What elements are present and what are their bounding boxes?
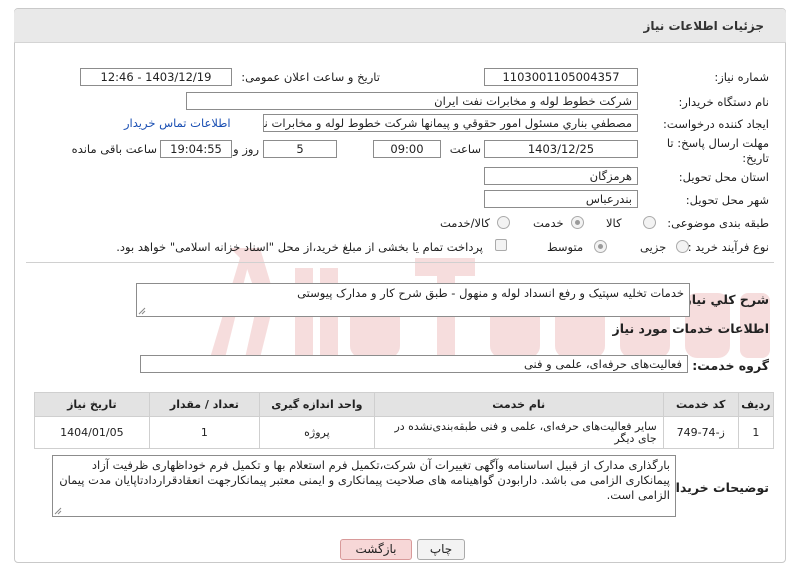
- buyer-org-label: نام دستگاه خریدار:: [678, 95, 769, 109]
- category-radio-goods[interactable]: [643, 216, 656, 229]
- cell-qty: 1: [148, 416, 261, 449]
- days-remaining-field: 5: [263, 140, 337, 158]
- time-remaining-field: 19:04:55: [160, 140, 232, 158]
- purchase-radio-minor[interactable]: [676, 240, 689, 253]
- cell-date: 1404/01/05: [34, 416, 150, 449]
- col-header-qty: تعداد / مقدار: [148, 392, 261, 417]
- city-label: شهر محل تحویل:: [685, 193, 769, 207]
- section-divider: [26, 262, 774, 263]
- treasury-checkbox[interactable]: [495, 239, 507, 251]
- deadline-time-label: ساعت: [449, 142, 481, 156]
- need-number-field: 1103001105004357: [484, 68, 638, 86]
- purchase-option-minor: جزیی: [640, 240, 667, 254]
- buyer-notes-textarea[interactable]: بارگذاری مدارک از قبیل اساسنامه وآگهی تغ…: [52, 455, 676, 517]
- col-header-row: ردیف: [737, 392, 775, 417]
- col-header-code: کد خدمت: [662, 392, 739, 417]
- category-option-service: خدمت: [533, 216, 564, 230]
- buyer-contact-link[interactable]: اطلاعات تماس خریدار: [124, 116, 231, 130]
- province-field: هرمزگان: [484, 167, 638, 185]
- print-button[interactable]: چاپ: [417, 539, 465, 560]
- col-header-date: تاریخ نیاز: [34, 392, 150, 417]
- back-button[interactable]: بازگشت: [340, 539, 412, 560]
- cell-name: سایر فعالیت‌های حرفه‌ای، علمی و فنی طبقه…: [373, 416, 664, 449]
- category-option-goods-service: کالا/خدمت: [440, 216, 491, 230]
- service-group-field: فعالیت‌های حرفه‌ای، علمی و فنی: [140, 355, 688, 373]
- col-header-unit: واحد اندازه گیری: [259, 392, 375, 417]
- province-label: استان محل تحویل:: [678, 170, 769, 184]
- page-title: جزئیات اطلاعات نیاز: [643, 19, 764, 33]
- days-label: روز و: [233, 142, 259, 156]
- deadline-label-date: تاریخ:: [742, 151, 769, 165]
- deadline-time-field: 09:00: [373, 140, 441, 158]
- table-row: 1 ز-74-749 سایر فعالیت‌های حرفه‌ای، علمی…: [34, 416, 775, 449]
- summary-textarea[interactable]: خدمات تخليه سپتيک و رفع انسداد لوله و من…: [136, 283, 690, 317]
- service-group-label: گروه خدمت:: [692, 358, 769, 373]
- category-label: طبقه بندی موضوعی:: [667, 216, 769, 230]
- announce-datetime-field: 1403/12/19 - 12:46: [80, 68, 232, 86]
- need-number-label: شماره نیاز:: [714, 70, 769, 84]
- buyer-org-field: شرکت خطوط لوله و مخابرات نفت ایران: [186, 92, 638, 110]
- purchase-option-medium: متوسط: [547, 240, 584, 254]
- deadline-label: مهلت ارسال پاسخ: تا: [666, 136, 769, 150]
- cell-row: 1: [737, 416, 775, 449]
- resize-grip-icon[interactable]: [138, 307, 146, 315]
- purchase-type-label: نوع فرآیند خرید :: [687, 240, 769, 254]
- cell-code: ز-74-749: [662, 416, 739, 449]
- summary-text: خدمات تخليه سپتيک و رفع انسداد لوله و من…: [297, 286, 684, 300]
- resize-grip-icon[interactable]: [54, 507, 62, 515]
- services-table: ردیف کد خدمت نام خدمت واحد اندازه گیری ت…: [34, 392, 775, 449]
- requester-label: ایجاد کننده درخواست:: [663, 117, 769, 131]
- table-header-row: ردیف کد خدمت نام خدمت واحد اندازه گیری ت…: [34, 392, 775, 417]
- buyer-notes-label: توضیحات خریدار:: [663, 480, 769, 495]
- services-section-title: اطلاعات خدمات مورد نیاز: [612, 321, 770, 336]
- col-header-name: نام خدمت: [373, 392, 664, 417]
- summary-label: شرح کلي نياز:: [679, 292, 769, 307]
- announce-datetime-label: تاریخ و ساعت اعلان عمومی:: [241, 70, 380, 84]
- buyer-notes-text: بارگذاری مدارک از قبیل اساسنامه وآگهی تغ…: [59, 458, 670, 502]
- treasury-note: پرداخت تمام یا بخشی از مبلغ خرید،از محل …: [116, 240, 483, 254]
- purchase-radio-medium[interactable]: [594, 240, 607, 253]
- panel-header: جزئیات اطلاعات نیاز: [14, 9, 786, 43]
- requester-field: مصطفي بناري مسئول امور حقوقي و پيمانها ش…: [263, 114, 638, 132]
- category-option-goods: کالا: [606, 216, 622, 230]
- time-remaining-label: ساعت باقی مانده: [71, 142, 157, 156]
- category-radio-service[interactable]: [571, 216, 584, 229]
- cell-unit: پروژه: [259, 416, 375, 449]
- city-field: بندرعباس: [484, 190, 638, 208]
- category-radio-goods-service[interactable]: [497, 216, 510, 229]
- deadline-date-field: 1403/12/25: [484, 140, 638, 158]
